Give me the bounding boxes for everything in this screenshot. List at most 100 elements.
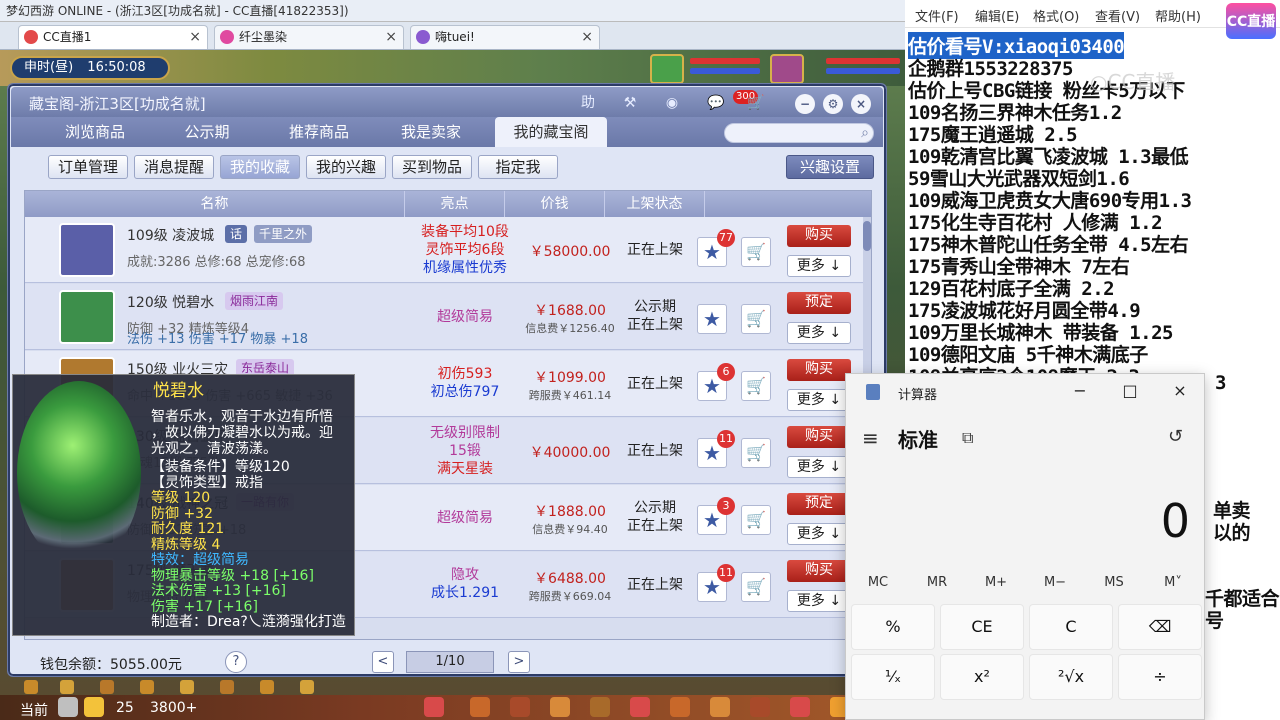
browser-tab-cc[interactable]: CC直播1 ×	[18, 25, 208, 49]
subtab-purchased[interactable]: 买到物品	[392, 155, 472, 179]
calc-key[interactable]: CE	[940, 604, 1024, 650]
subtab-assigned[interactable]: 指定我	[478, 155, 558, 179]
toolbar-icon[interactable]	[60, 680, 74, 694]
more-button[interactable]: 更多 ↓	[787, 590, 851, 612]
microphone-icon[interactable]	[58, 697, 78, 717]
item-thumbnail[interactable]	[59, 223, 115, 277]
more-button[interactable]: 更多 ↓	[787, 255, 851, 277]
memory-button[interactable]: MR	[911, 572, 963, 594]
more-button[interactable]: 更多 ↓	[787, 523, 851, 545]
more-button[interactable]: 更多 ↓	[787, 456, 851, 478]
hammer-icon[interactable]: ⚒	[619, 93, 641, 113]
menu-help[interactable]: 帮助(H)	[1155, 6, 1201, 25]
record-icon[interactable]: ◉	[661, 93, 683, 113]
toolbar-icon[interactable]	[24, 680, 38, 694]
interest-settings-button[interactable]: 兴趣设置	[786, 155, 874, 179]
cart-icon[interactable]: 🛒	[741, 572, 771, 602]
game-menu-icon[interactable]	[550, 697, 570, 717]
prev-page-button[interactable]: <	[372, 651, 394, 673]
memory-button[interactable]: M˅	[1147, 572, 1199, 594]
table-row[interactable]: 109级 凌波城话千里之外 成就:3286 总修:68 总宠修:68 装备平均10段…	[25, 217, 871, 283]
game-menu-icon[interactable]	[424, 697, 444, 717]
tab-my-treasure[interactable]: 我的藏宝阁	[495, 117, 607, 147]
calc-key[interactable]: ⌫	[1118, 604, 1202, 650]
maximize-button[interactable]: □	[1110, 378, 1150, 404]
memory-button[interactable]: M−	[1029, 572, 1081, 594]
memory-button[interactable]: M+	[970, 572, 1022, 594]
calc-key[interactable]: C	[1029, 604, 1113, 650]
close-icon[interactable]: ×	[189, 26, 201, 48]
buy-button[interactable]: 购买	[787, 426, 851, 448]
more-button[interactable]: 更多 ↓	[787, 389, 851, 411]
calc-key[interactable]: %	[851, 604, 935, 650]
cart-icon[interactable]: 🛒	[741, 505, 771, 535]
game-menu-icon[interactable]	[470, 697, 490, 717]
subtab-orders[interactable]: 订单管理	[48, 155, 128, 179]
toolbar-icon[interactable]	[140, 680, 154, 694]
hamburger-menu-icon[interactable]: ≡	[862, 426, 879, 450]
minimize-button[interactable]: −	[1060, 378, 1100, 404]
close-button[interactable]: ×	[1160, 378, 1200, 404]
toolbar-icon[interactable]	[220, 680, 234, 694]
buy-button[interactable]: 购买	[787, 560, 851, 582]
item-name[interactable]: 120级 悦碧水	[127, 292, 214, 312]
browser-tab-2[interactable]: 纤尘墨染 ×	[214, 25, 404, 49]
subtab-messages[interactable]: 消息提醒	[134, 155, 214, 179]
emoji-icon[interactable]	[84, 697, 104, 717]
subtab-interests[interactable]: 我的兴趣	[306, 155, 386, 179]
browser-tab-3[interactable]: 嗨tuei! ×	[410, 25, 600, 49]
table-row[interactable]: 120级 悦碧水 烟雨江南 防御 +32 精炼等级4 法伤 +13 伤害 +17 物暴…	[25, 284, 871, 350]
more-button[interactable]: 更多 ↓	[787, 322, 851, 344]
channel-label[interactable]: 当前	[20, 700, 48, 720]
subtab-favorites[interactable]: 我的收藏	[220, 155, 300, 179]
buy-button[interactable]: 预定	[787, 493, 851, 515]
menu-format[interactable]: 格式(O)	[1033, 6, 1079, 25]
close-icon[interactable]: ×	[581, 26, 593, 48]
buy-button[interactable]: 购买	[787, 225, 851, 247]
toolbar-icon[interactable]	[260, 680, 274, 694]
search-input[interactable]: ⌕	[724, 123, 874, 143]
game-menu-icon[interactable]	[590, 697, 610, 717]
tab-browse[interactable]: 浏览商品	[39, 117, 151, 147]
tab-public[interactable]: 公示期	[151, 117, 263, 147]
chat-icon[interactable]: 💬	[705, 93, 727, 113]
calc-key[interactable]: x²	[940, 654, 1024, 700]
calc-key[interactable]: ¹⁄ₓ	[851, 654, 935, 700]
close-icon[interactable]: ×	[385, 26, 397, 48]
buy-button[interactable]: 购买	[787, 359, 851, 381]
minimize-button[interactable]: −	[795, 94, 815, 114]
menu-view[interactable]: 查看(V)	[1095, 6, 1140, 25]
calc-key[interactable]: ÷	[1118, 654, 1202, 700]
cart-icon[interactable]: 🛒	[741, 304, 771, 334]
help-question-button[interactable]: ?	[225, 651, 247, 673]
history-icon[interactable]: ↺	[1168, 426, 1183, 447]
game-menu-icon[interactable]	[670, 697, 690, 717]
close-button[interactable]: ×	[851, 94, 871, 114]
scrollbar-thumb[interactable]	[863, 221, 871, 251]
tab-recommend[interactable]: 推荐商品	[263, 117, 375, 147]
cart-icon[interactable]: 🛒	[741, 438, 771, 468]
item-name[interactable]: 109级 凌波城	[127, 225, 214, 245]
toolbar-icon[interactable]	[100, 680, 114, 694]
cart-icon[interactable]: 🛒	[741, 371, 771, 401]
menu-file[interactable]: 文件(F)	[915, 6, 959, 25]
toolbar-icon[interactable]	[180, 680, 194, 694]
favorite-star-icon[interactable]: ★	[697, 304, 727, 334]
player-avatar[interactable]	[770, 54, 804, 84]
tab-seller[interactable]: 我是卖家	[375, 117, 487, 147]
next-page-button[interactable]: >	[508, 651, 530, 673]
memory-button[interactable]: MC	[852, 572, 904, 594]
buy-button[interactable]: 预定	[787, 292, 851, 314]
game-menu-icon[interactable]	[790, 697, 810, 717]
cart-icon[interactable]: 🛒	[745, 93, 767, 113]
help-button[interactable]: 助	[577, 93, 599, 113]
cart-icon[interactable]: 🛒	[741, 237, 771, 267]
toolbar-icon[interactable]	[300, 680, 314, 694]
settings-gear-icon[interactable]: ⚙	[823, 94, 843, 114]
keep-on-top-icon[interactable]: ⧉	[962, 428, 973, 448]
game-menu-icon[interactable]	[630, 697, 650, 717]
pet-avatar[interactable]	[650, 54, 684, 84]
game-menu-icon[interactable]	[710, 697, 730, 717]
memory-button[interactable]: MS	[1088, 572, 1140, 594]
game-menu-icon[interactable]	[750, 697, 770, 717]
